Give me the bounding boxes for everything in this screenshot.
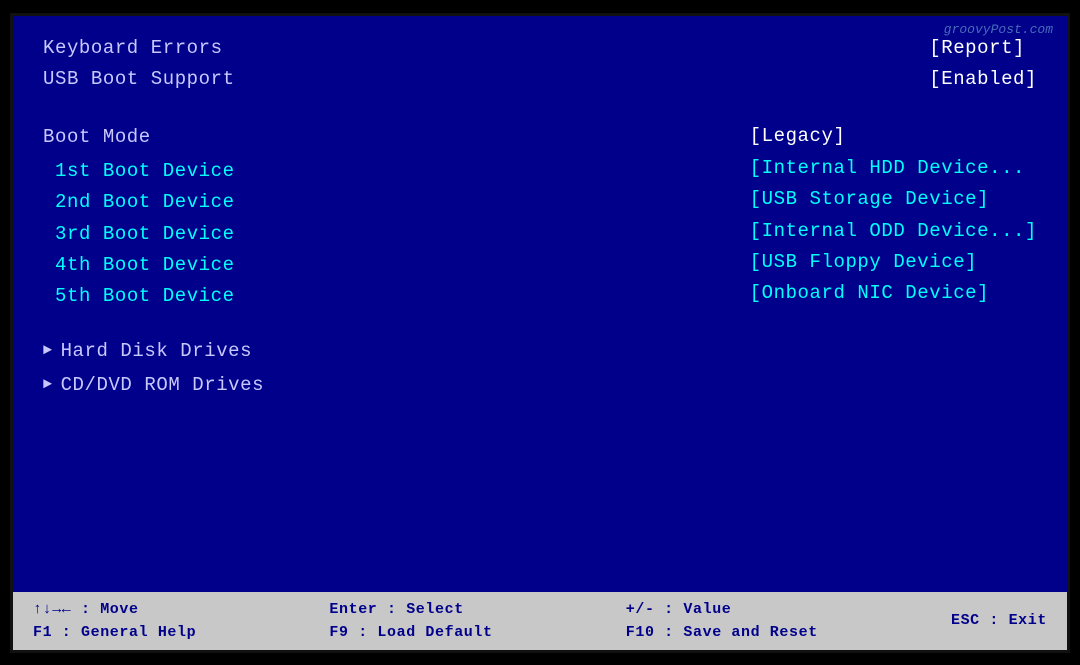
bios-screen: groovyPost.com Keyboard Errors USB Boot … (10, 13, 1070, 653)
usb-boot-support-label: USB Boot Support (43, 65, 235, 94)
footer-value-label: +/- : Value (626, 599, 732, 620)
keyboard-errors-label: Keyboard Errors (43, 34, 235, 63)
usb-boot-support-value: [Enabled] (929, 65, 1037, 94)
footer-select-label: Enter : Select (329, 599, 463, 620)
keyboard-errors-value: [Report] (929, 34, 1025, 63)
boot-section: Boot Mode 1st Boot Device 2nd Boot Devic… (43, 122, 1037, 311)
boot-device-3-label[interactable]: 3rd Boot Device (43, 219, 235, 249)
submenu-section: ► Hard Disk Drives ► CD/DVD ROM Drives (43, 336, 1037, 401)
hard-disk-arrow-icon: ► (43, 339, 53, 363)
boot-device-1-value: [Internal HDD Device... (750, 153, 1025, 183)
watermark: groovyPost.com (944, 22, 1053, 37)
footer-loaddefault-label: F9 : Load Default (329, 622, 492, 643)
footer: ↑↓→← : Move F1 : General Help Enter : Se… (13, 592, 1067, 650)
top-section: Keyboard Errors USB Boot Support [Report… (43, 34, 1037, 95)
boot-mode-label: Boot Mode (43, 122, 235, 152)
boot-right: [Legacy] [Internal HDD Device... [USB St… (750, 122, 1037, 311)
top-right-values: [Report] [Enabled] (929, 34, 1037, 95)
boot-device-4-value: [USB Floppy Device] (750, 247, 977, 277)
footer-esc-group: ESC : Exit (951, 610, 1047, 631)
hard-disk-drives-label: Hard Disk Drives (61, 336, 253, 366)
footer-savereset-label: F10 : Save and Reset (626, 622, 818, 643)
boot-device-2-label[interactable]: 2nd Boot Device (43, 187, 235, 217)
top-left-labels: Keyboard Errors USB Boot Support (43, 34, 235, 95)
footer-help-label: F1 : General Help (33, 622, 196, 643)
footer-value-group: +/- : Value F10 : Save and Reset (626, 599, 818, 643)
boot-device-5-value: [Onboard NIC Device] (750, 278, 989, 308)
boot-mode-value: [Legacy] (750, 122, 846, 151)
cdrom-drives-label: CD/DVD ROM Drives (61, 370, 265, 400)
cdrom-drives-item[interactable]: ► CD/DVD ROM Drives (43, 370, 1037, 400)
boot-device-1-label[interactable]: 1st Boot Device (43, 156, 235, 186)
footer-move-group: ↑↓→← : Move F1 : General Help (33, 599, 196, 643)
boot-device-2-value: [USB Storage Device] (750, 184, 989, 214)
main-content: Keyboard Errors USB Boot Support [Report… (13, 16, 1067, 592)
boot-device-5-label[interactable]: 5th Boot Device (43, 281, 235, 311)
boot-device-3-value: [Internal ODD Device...] (750, 216, 1037, 246)
footer-esc-label: ESC : Exit (951, 610, 1047, 631)
cdrom-arrow-icon: ► (43, 373, 53, 397)
boot-left: Boot Mode 1st Boot Device 2nd Boot Devic… (43, 122, 235, 311)
hard-disk-drives-item[interactable]: ► Hard Disk Drives (43, 336, 1037, 366)
footer-move-label: ↑↓→← : Move (33, 599, 139, 620)
footer-select-group: Enter : Select F9 : Load Default (329, 599, 492, 643)
boot-device-4-label[interactable]: 4th Boot Device (43, 250, 235, 280)
